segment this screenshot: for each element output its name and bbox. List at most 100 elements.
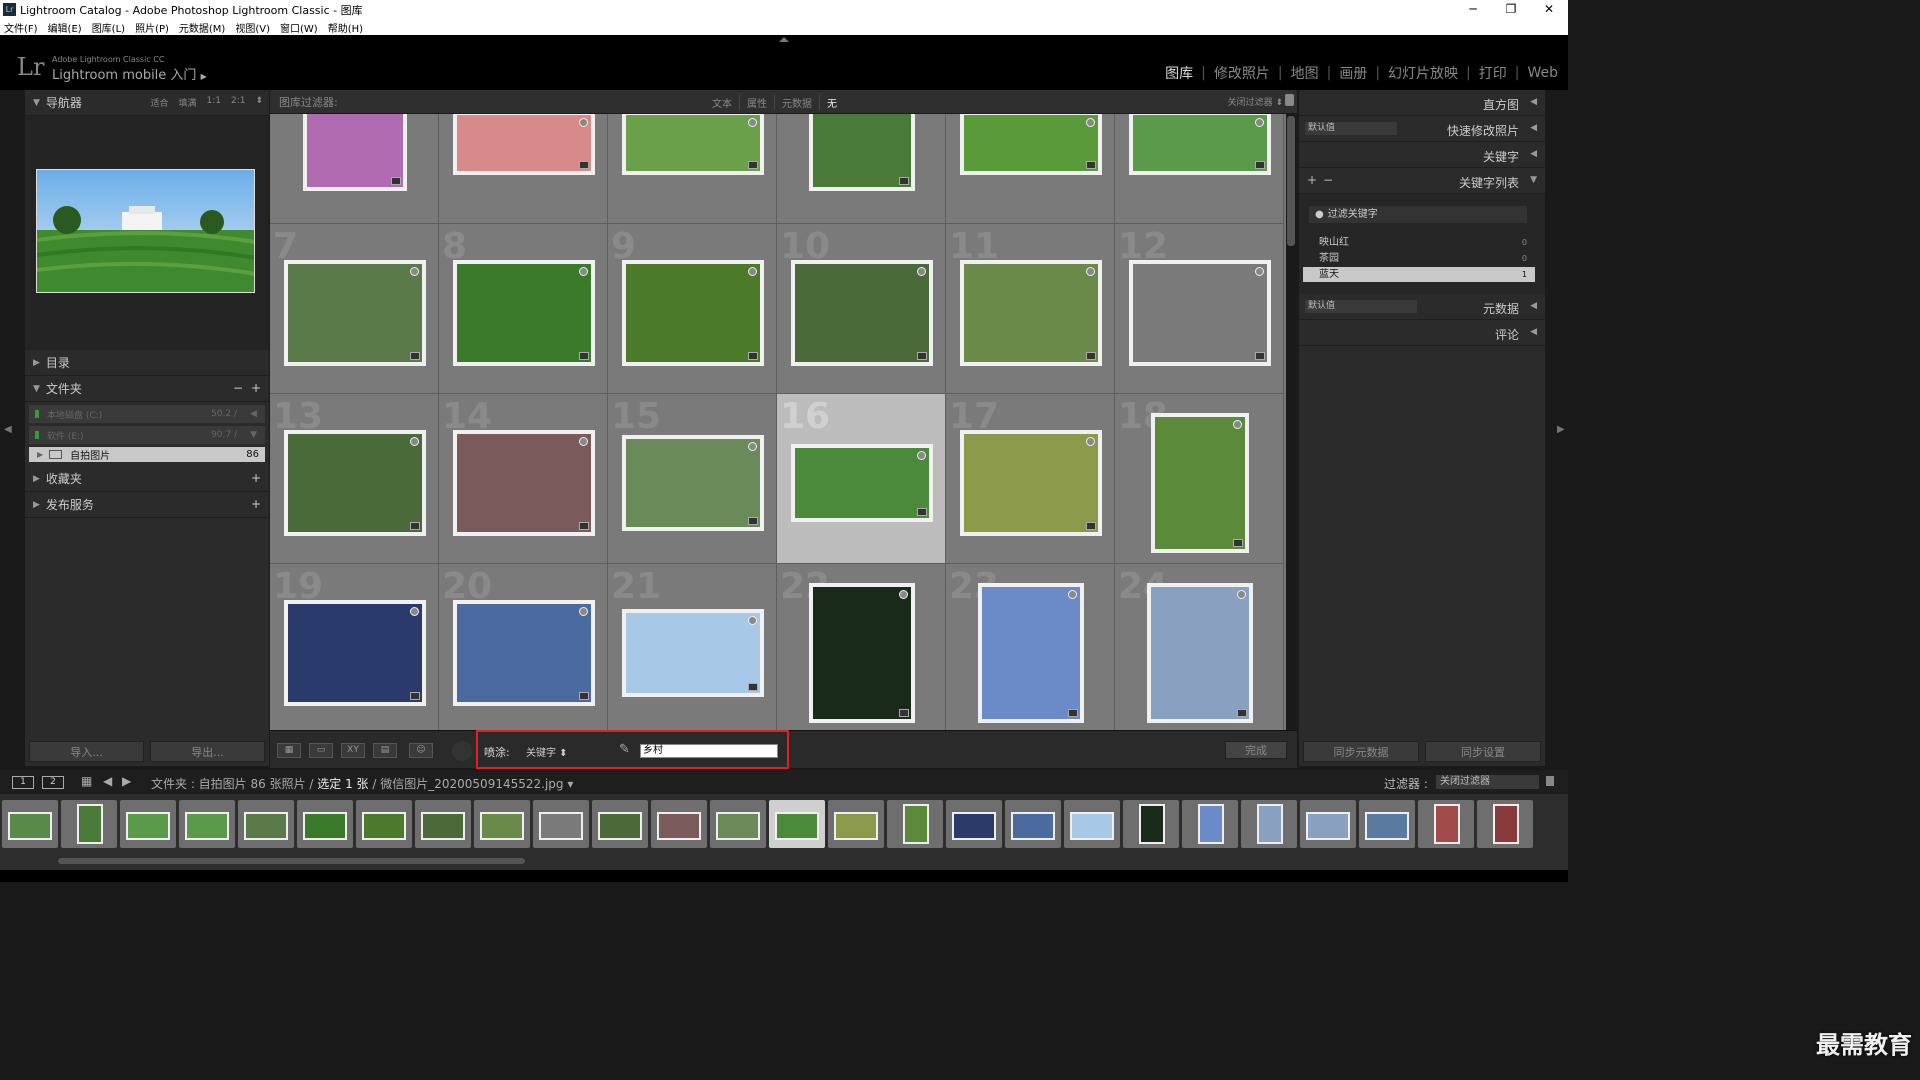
loupe-view-icon[interactable]: ▭ (309, 743, 333, 758)
maximize-button[interactable]: ❐ (1492, 0, 1530, 18)
grid-cell[interactable]: 21 (608, 564, 777, 730)
metadata-badge-icon[interactable] (898, 709, 909, 717)
grid-cell[interactable] (777, 114, 946, 224)
compare-view-icon[interactable]: XY (341, 743, 365, 758)
metadata-badge-icon[interactable] (747, 161, 758, 169)
filmstrip-thumbnail[interactable] (1123, 800, 1179, 848)
metadata-header[interactable]: 默认值 元数据 ◀ (1299, 294, 1545, 320)
zoom-2to1[interactable]: 2:1 (231, 96, 245, 109)
filmstrip-thumbnail[interactable] (1300, 800, 1356, 848)
keyword-item[interactable]: 茶园 0 (1303, 251, 1535, 266)
module-slideshow[interactable]: 幻灯片放映 (1388, 63, 1458, 83)
add-folder-button[interactable]: + (251, 381, 261, 395)
photo-thumbnail[interactable] (452, 114, 595, 175)
keywording-header[interactable]: 关键字 ◀ (1299, 142, 1545, 168)
metadata-badge-icon[interactable] (1085, 161, 1096, 169)
back-arrow-icon[interactable]: ◀ (103, 774, 112, 788)
grid-cell[interactable]: 14 (439, 394, 608, 564)
grid-cell[interactable] (608, 114, 777, 224)
metadata-badge-icon[interactable] (578, 352, 589, 360)
lock-icon[interactable] (1285, 94, 1294, 106)
sync-settings-button[interactable]: 同步设置 (1425, 741, 1541, 762)
module-develop[interactable]: 修改照片 (1214, 63, 1270, 83)
add-keyword-button[interactable]: + (1307, 173, 1317, 187)
quick-collection-dot-icon[interactable] (578, 607, 588, 616)
metadata-badge-icon[interactable] (409, 522, 420, 530)
zoom-fill[interactable]: 填满 (178, 96, 196, 109)
photo-thumbnail[interactable] (1146, 583, 1253, 723)
photo-thumbnail[interactable] (959, 430, 1102, 536)
grid-cell[interactable] (439, 114, 608, 224)
grid-cell[interactable]: 23 (946, 564, 1115, 730)
collapse-arrow-icon[interactable]: ◀ (250, 409, 257, 419)
grid-cell[interactable]: 16 (777, 394, 946, 564)
photo-thumbnail[interactable] (452, 260, 595, 366)
metadata-badge-icon[interactable] (747, 352, 758, 360)
filmstrip-thumbnail[interactable] (61, 800, 117, 848)
menu-window[interactable]: 窗口(W) (280, 20, 318, 35)
quick-collection-dot-icon[interactable] (578, 437, 588, 446)
grid-cell[interactable] (946, 114, 1115, 224)
import-button[interactable]: 导入... (29, 741, 144, 762)
photo-thumbnail[interactable] (283, 600, 426, 706)
quick-collection-dot-icon[interactable] (1254, 267, 1264, 276)
survey-view-icon[interactable]: ▤ (373, 743, 397, 758)
metadata-badge-icon[interactable] (1254, 161, 1265, 169)
menu-edit[interactable]: 编辑(E) (48, 20, 82, 35)
export-button[interactable]: 导出... (150, 741, 265, 762)
metadata-badge-icon[interactable] (578, 161, 589, 169)
filter-none[interactable]: 无 (819, 95, 844, 110)
module-print[interactable]: 打印 (1479, 63, 1507, 83)
collections-header[interactable]: ▶ 收藏夹 + (25, 466, 269, 492)
menu-metadata[interactable]: 元数据(M) (179, 20, 225, 35)
grid-cell[interactable]: 17 (946, 394, 1115, 564)
forward-arrow-icon[interactable]: ▶ (122, 774, 131, 788)
filmstrip-thumbnail[interactable] (533, 800, 589, 848)
photo-thumbnail[interactable] (977, 583, 1084, 723)
quick-collection-dot-icon[interactable] (409, 267, 419, 276)
grid-cell[interactable]: 9 (608, 224, 777, 394)
publish-header[interactable]: ▶ 发布服务 + (25, 492, 269, 518)
filmstrip-thumbnail[interactable] (946, 800, 1002, 848)
metadata-badge-icon[interactable] (390, 177, 401, 185)
filmstrip-thumbnail[interactable] (1182, 800, 1238, 848)
menu-help[interactable]: 帮助(H) (328, 20, 363, 35)
quick-develop-header[interactable]: 默认值 快速修改照片 ◀ (1299, 116, 1545, 142)
module-web[interactable]: Web (1527, 65, 1558, 81)
filter-preset-select[interactable]: 关闭过滤器 ⬍ (1228, 95, 1283, 108)
quick-collection-dot-icon[interactable] (1236, 590, 1246, 599)
metadata-badge-icon[interactable] (1254, 352, 1265, 360)
grid-cell[interactable]: 13 (270, 394, 439, 564)
grid-icon[interactable]: ▦ (81, 774, 92, 788)
quick-collection-dot-icon[interactable] (578, 118, 588, 127)
grid-view-icon[interactable]: ▦ (277, 743, 301, 758)
quick-collection-dot-icon[interactable] (747, 118, 757, 127)
photo-thumbnail[interactable] (621, 435, 764, 531)
grid-cell[interactable]: 19 (270, 564, 439, 730)
metadata-badge-icon[interactable] (747, 517, 758, 525)
catalog-header[interactable]: ▶ 目录 (25, 350, 269, 376)
folders-header[interactable]: ▼ 文件夹 − + (25, 376, 269, 402)
metadata-badge-icon[interactable] (1085, 352, 1096, 360)
filmstrip-thumbnail[interactable] (238, 800, 294, 848)
metadata-preset-select[interactable]: 默认值 (1305, 300, 1417, 313)
menu-view[interactable]: 视图(V) (235, 20, 270, 35)
grid-cell[interactable]: 24 (1115, 564, 1284, 730)
metadata-badge-icon[interactable] (898, 177, 909, 185)
quick-collection-dot-icon[interactable] (409, 607, 419, 616)
grid-scrollbar[interactable] (1287, 116, 1295, 246)
photo-thumbnail[interactable] (959, 114, 1102, 175)
photo-thumbnail[interactable] (790, 444, 933, 522)
quick-collection-dot-icon[interactable] (1085, 267, 1095, 276)
right-panel-toggle-icon[interactable]: ▶ (1557, 424, 1565, 435)
photo-thumbnail[interactable] (790, 260, 933, 366)
quick-collection-dot-icon[interactable] (1085, 118, 1095, 127)
filmstrip-thumbnail[interactable] (651, 800, 707, 848)
filmstrip-filter-select[interactable]: 关闭过滤器 (1436, 775, 1539, 789)
metadata-badge-icon[interactable] (1085, 522, 1096, 530)
module-book[interactable]: 画册 (1339, 63, 1367, 83)
preset-select[interactable]: 默认值 (1305, 122, 1397, 135)
metadata-badge-icon[interactable] (916, 352, 927, 360)
histogram-header[interactable]: 直方图 ◀ (1299, 90, 1545, 116)
metadata-badge-icon[interactable] (409, 692, 420, 700)
